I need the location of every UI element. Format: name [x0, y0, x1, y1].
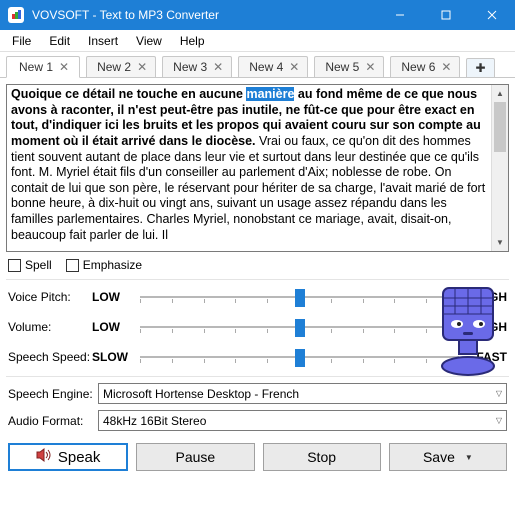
minimize-button[interactable]: [377, 0, 423, 30]
button-row: Speak Pause Stop Save▼: [0, 437, 515, 477]
tab-new-3[interactable]: New 3✕: [162, 56, 232, 77]
audio-format-select[interactable]: 48kHz 16Bit Stereo▽: [98, 410, 507, 431]
scroll-down-icon[interactable]: ▼: [492, 234, 508, 251]
speak-button[interactable]: Speak: [8, 443, 128, 471]
tab-new-5[interactable]: New 5✕: [314, 56, 384, 77]
app-icon: [8, 7, 24, 23]
close-icon[interactable]: ✕: [365, 60, 375, 74]
add-tab-button[interactable]: ✚: [466, 58, 494, 77]
checkbox-icon: [8, 259, 21, 272]
menu-view[interactable]: View: [128, 32, 170, 50]
stop-button[interactable]: Stop: [263, 443, 381, 471]
tab-new-4[interactable]: New 4✕: [238, 56, 308, 77]
chevron-down-icon: ▽: [496, 416, 502, 425]
text-editor-wrap: Quoique ce détail ne touche en aucune ma…: [6, 84, 509, 252]
close-icon[interactable]: ✕: [59, 60, 69, 74]
chevron-down-icon: ▽: [496, 389, 502, 398]
close-icon[interactable]: ✕: [137, 60, 147, 74]
menubar: File Edit Insert View Help: [0, 30, 515, 52]
titlebar: VOVSOFT - Text to MP3 Converter: [0, 0, 515, 30]
separator: [6, 279, 509, 280]
close-button[interactable]: [469, 0, 515, 30]
vertical-scrollbar[interactable]: ▲ ▼: [491, 85, 508, 251]
checkbox-row: Spell Emphasize: [0, 258, 515, 276]
save-button[interactable]: Save▼: [389, 443, 507, 471]
audio-format-row: Audio Format: 48kHz 16Bit Stereo▽: [0, 410, 515, 431]
microphone-mascot-icon: [429, 284, 507, 376]
chevron-down-icon: ▼: [465, 453, 473, 462]
maximize-button[interactable]: [423, 0, 469, 30]
selection-highlight: manière: [246, 87, 294, 101]
window-title: VOVSOFT - Text to MP3 Converter: [32, 8, 377, 22]
close-icon[interactable]: ✕: [289, 60, 299, 74]
scroll-track[interactable]: [492, 102, 508, 234]
close-icon[interactable]: ✕: [441, 60, 451, 74]
checkbox-icon: [66, 259, 79, 272]
separator: [6, 376, 509, 377]
close-icon[interactable]: ✕: [213, 60, 223, 74]
slider-controls: Voice Pitch: LOW HIGH Volume: LOW HIGH S…: [0, 286, 515, 368]
emphasize-checkbox[interactable]: Emphasize: [66, 258, 142, 272]
speech-engine-select[interactable]: Microsoft Hortense Desktop - French▽: [98, 383, 507, 404]
menu-help[interactable]: Help: [172, 32, 213, 50]
tab-new-6[interactable]: New 6✕: [390, 56, 460, 77]
tabbar: New 1✕ New 2✕ New 3✕ New 4✕ New 5✕ New 6…: [0, 52, 515, 78]
menu-edit[interactable]: Edit: [41, 32, 78, 50]
speech-engine-row: Speech Engine: Microsoft Hortense Deskto…: [0, 383, 515, 404]
tab-new-1[interactable]: New 1✕: [6, 56, 80, 78]
text-editor[interactable]: Quoique ce détail ne touche en aucune ma…: [7, 85, 491, 251]
scroll-up-icon[interactable]: ▲: [492, 85, 508, 102]
tab-new-2[interactable]: New 2✕: [86, 56, 156, 77]
pause-button[interactable]: Pause: [136, 443, 254, 471]
voice-pitch-slider[interactable]: [140, 287, 459, 307]
plus-icon: ✚: [475, 61, 485, 75]
volume-slider[interactable]: [140, 317, 459, 337]
scroll-thumb[interactable]: [494, 102, 506, 152]
menu-insert[interactable]: Insert: [80, 32, 126, 50]
speaker-icon: [36, 448, 52, 466]
speech-speed-slider[interactable]: [140, 347, 459, 367]
spell-checkbox[interactable]: Spell: [8, 258, 52, 272]
menu-file[interactable]: File: [4, 32, 39, 50]
